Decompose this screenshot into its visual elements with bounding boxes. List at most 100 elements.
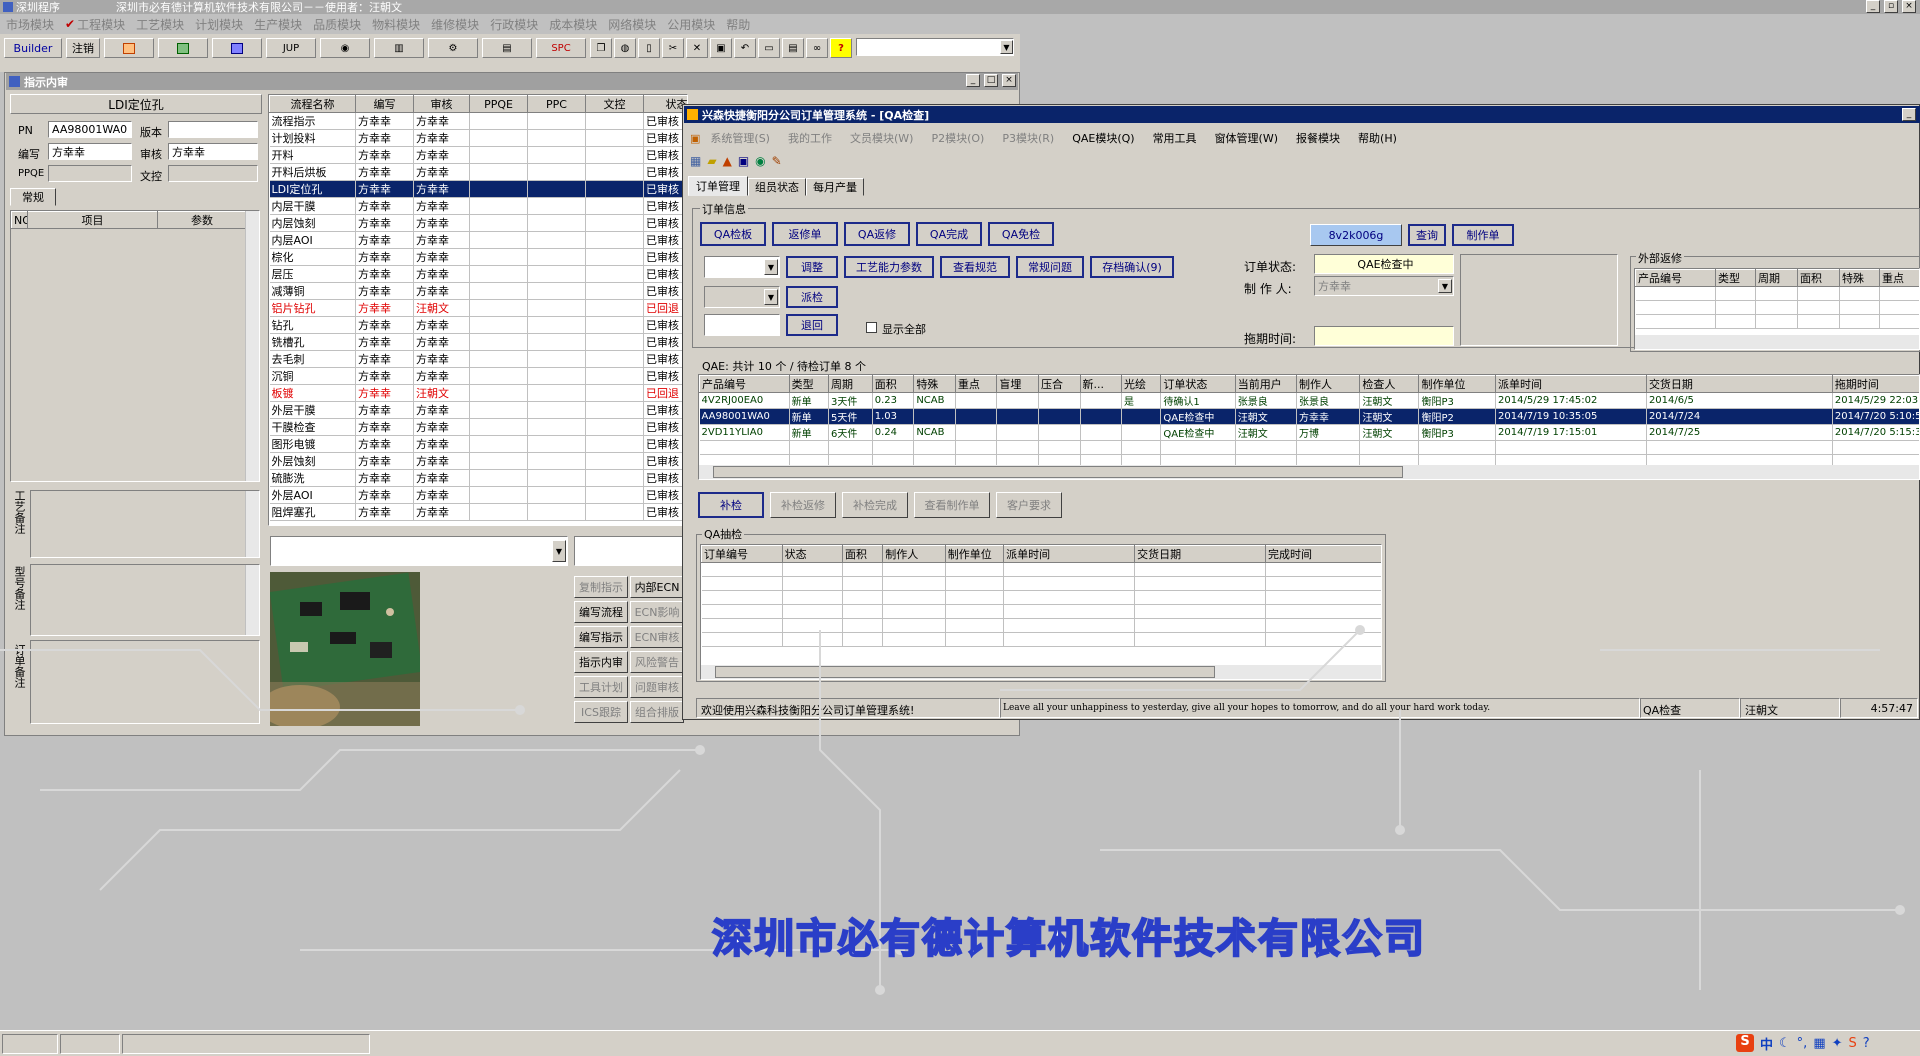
- order-col-header[interactable]: 面积: [871, 375, 915, 393]
- qa-menu-item[interactable]: P2模块(O): [931, 130, 984, 146]
- order-col-header[interactable]: 交货日期: [1645, 375, 1833, 393]
- order-col-header[interactable]: 派单时间: [1495, 375, 1647, 393]
- pn-field[interactable]: AA98001WA0: [48, 121, 132, 138]
- qa-menu-item[interactable]: QAE模块(Q): [1072, 130, 1134, 146]
- maximize-icon[interactable]: □: [984, 74, 998, 87]
- order-col-header[interactable]: 制作人: [1295, 375, 1361, 393]
- folder-icon[interactable]: ▰: [707, 154, 716, 168]
- external-col-header[interactable]: 产品编号: [1635, 269, 1716, 287]
- flow-row[interactable]: 棕化 方幸幸 方幸幸 已审核: [269, 248, 687, 266]
- menu-item[interactable]: 物料模块: [372, 16, 420, 33]
- tab-member-status[interactable]: 组员状态: [748, 178, 806, 196]
- chevron-down-icon[interactable]: ▼: [764, 259, 778, 275]
- flow-row[interactable]: 外层干膜 方幸幸 方幸幸 已审核: [269, 401, 687, 419]
- flow-row[interactable]: 内层干膜 方幸幸 方幸幸 已审核: [269, 197, 687, 215]
- copy-icon[interactable]: ❐: [590, 38, 612, 58]
- sampling-col-header[interactable]: 派单时间: [1003, 545, 1136, 563]
- qa-menu-item[interactable]: 常用工具: [1153, 130, 1197, 146]
- menu-item[interactable]: 网络模块: [608, 16, 656, 33]
- flow-col-header[interactable]: 编写: [355, 95, 414, 113]
- version-field[interactable]: [168, 121, 258, 138]
- flow-row[interactable]: 图形电镀 方幸幸 方幸幸 已审核: [269, 435, 687, 453]
- maker-combo[interactable]: 方幸幸: [1314, 276, 1454, 296]
- close-icon[interactable]: ×: [1002, 74, 1016, 87]
- flow-col-header[interactable]: 流程名称: [269, 95, 356, 113]
- sampling-col-header[interactable]: 制作单位: [944, 545, 1005, 563]
- order-col-header[interactable]: 重点: [954, 375, 998, 393]
- grid-icon[interactable]: ▦: [690, 154, 701, 168]
- query-button[interactable]: 查询: [1408, 224, 1446, 246]
- menu-item[interactable]: 品质模块: [313, 16, 361, 33]
- audit-field[interactable]: 方幸幸: [168, 143, 258, 160]
- flow-row[interactable]: 开料后烘板 方幸幸 方幸幸 已审核: [269, 163, 687, 181]
- sampling-button[interactable]: 补检完成: [842, 492, 908, 518]
- moon-icon[interactable]: ☾: [1779, 1036, 1791, 1051]
- order-col-header[interactable]: 周期: [828, 375, 873, 393]
- qa-tool-button[interactable]: 存档确认(9): [1090, 256, 1174, 278]
- chevron-down-icon[interactable]: ▼: [764, 289, 778, 305]
- chevron-down-icon[interactable]: ▼: [552, 540, 566, 562]
- page-icon[interactable]: ▯: [638, 38, 660, 58]
- chevron-down-icon[interactable]: ▼: [1000, 40, 1013, 54]
- qa-action-button[interactable]: QA返修: [844, 222, 910, 246]
- menu-item[interactable]: 行政模块: [490, 16, 538, 33]
- menu-item[interactable]: 帮助: [726, 16, 750, 33]
- flow-row[interactable]: 铝片钻孔 方幸幸 汪朝文 已回退: [269, 299, 687, 317]
- qa-menu-item[interactable]: 我的工作: [788, 130, 832, 146]
- save-icon[interactable]: ▣: [710, 38, 732, 58]
- word-icon[interactable]: [212, 38, 262, 58]
- sampling-col-header[interactable]: 面积: [842, 545, 884, 563]
- dispatch-button[interactable]: 派检: [786, 286, 838, 308]
- order-col-header[interactable]: 特殊: [913, 375, 956, 393]
- sampling-col-header[interactable]: 订单编号: [701, 545, 783, 563]
- menu-item[interactable]: 计划模块: [195, 16, 243, 33]
- sampling-col-header[interactable]: 状态: [781, 545, 844, 563]
- sampling-col-header[interactable]: 制作人: [882, 545, 946, 563]
- qa-tool-button[interactable]: 查看规范: [940, 256, 1010, 278]
- save-icon[interactable]: ▣: [738, 154, 749, 168]
- secondary-input[interactable]: [574, 536, 684, 566]
- punctuation-icon[interactable]: °,: [1797, 1036, 1808, 1051]
- ppt-icon[interactable]: [104, 38, 154, 58]
- order-col-header[interactable]: 制作单位: [1418, 375, 1497, 393]
- qa-tool-button[interactable]: 工艺能力参数: [844, 256, 934, 278]
- external-col-header[interactable]: 重点: [1879, 269, 1919, 287]
- flow-row[interactable]: 硫膨洗 方幸幸 方幸幸 已审核: [269, 469, 687, 487]
- help-circle-icon[interactable]: ?: [1863, 1036, 1870, 1051]
- qa-tool-button[interactable]: 调整: [786, 256, 838, 278]
- qa-menu-item[interactable]: 窗体管理(W): [1215, 130, 1278, 146]
- help-icon[interactable]: ?: [830, 38, 852, 58]
- menu-item[interactable]: 工程模块: [77, 16, 125, 33]
- qa-menu-item[interactable]: P3模块(R): [1002, 130, 1054, 146]
- show-all-checkbox[interactable]: [866, 322, 877, 333]
- return-button[interactable]: 退回: [786, 314, 838, 336]
- order-col-header[interactable]: 压合: [1037, 375, 1081, 393]
- chevron-down-icon[interactable]: ▼: [1438, 279, 1452, 293]
- flow-row[interactable]: 外层蚀刻 方幸幸 方幸幸 已审核: [269, 452, 687, 470]
- flow-row[interactable]: 减薄铜 方幸幸 方幸幸 已审核: [269, 282, 687, 300]
- flow-row[interactable]: 流程指示 方幸幸 方幸幸 已审核: [269, 112, 687, 130]
- qa-tool-button[interactable]: 常规问题: [1016, 256, 1084, 278]
- globe-icon[interactable]: ◍: [614, 38, 636, 58]
- chart-icon[interactable]: ▲: [723, 154, 732, 168]
- flow-row[interactable]: LDI定位孔 方幸幸 方幸幸 已审核: [269, 180, 687, 198]
- builder-button[interactable]: Builder: [4, 38, 62, 58]
- minimize-icon[interactable]: _: [1902, 108, 1916, 121]
- flow-row[interactable]: 板镀 方幸幸 汪朝文 已回退: [269, 384, 687, 402]
- flow-row[interactable]: 阻焊塞孔 方幸幸 方幸幸 已审核: [269, 503, 687, 521]
- order-row[interactable]: 2VD11YLIA0 新单 6天件 0.24 NCAB QAE检查中 汪朝文 万博 汪朝文 衡阳P…: [699, 424, 1919, 441]
- app-menu-icon[interactable]: ▣: [690, 132, 700, 145]
- ime-chinese-label[interactable]: 中: [1760, 1034, 1773, 1053]
- menu-item[interactable]: 工艺模块: [136, 16, 184, 33]
- order-status-field[interactable]: QAE检查中: [1314, 254, 1454, 274]
- close-icon[interactable]: ×: [1902, 0, 1916, 13]
- flow-row[interactable]: 干膜检查 方幸幸 方幸幸 已审核: [269, 418, 687, 436]
- flow-col-header[interactable]: 文控: [585, 95, 644, 113]
- logout-button[interactable]: 注销: [66, 38, 100, 58]
- qa-action-button[interactable]: 返修单: [772, 222, 838, 246]
- order-row[interactable]: AA98001WA0 新单 5天件 1.03 QAE检查中 汪朝文 方幸幸 汪朝文 衡阳P2 20…: [699, 408, 1919, 425]
- order-col-header[interactable]: 盲埋: [996, 375, 1039, 393]
- external-col-header[interactable]: 特殊: [1839, 269, 1880, 287]
- sampling-button[interactable]: 补检: [698, 492, 764, 518]
- flow-row[interactable]: 计划投料 方幸幸 方幸幸 已审核: [269, 129, 687, 147]
